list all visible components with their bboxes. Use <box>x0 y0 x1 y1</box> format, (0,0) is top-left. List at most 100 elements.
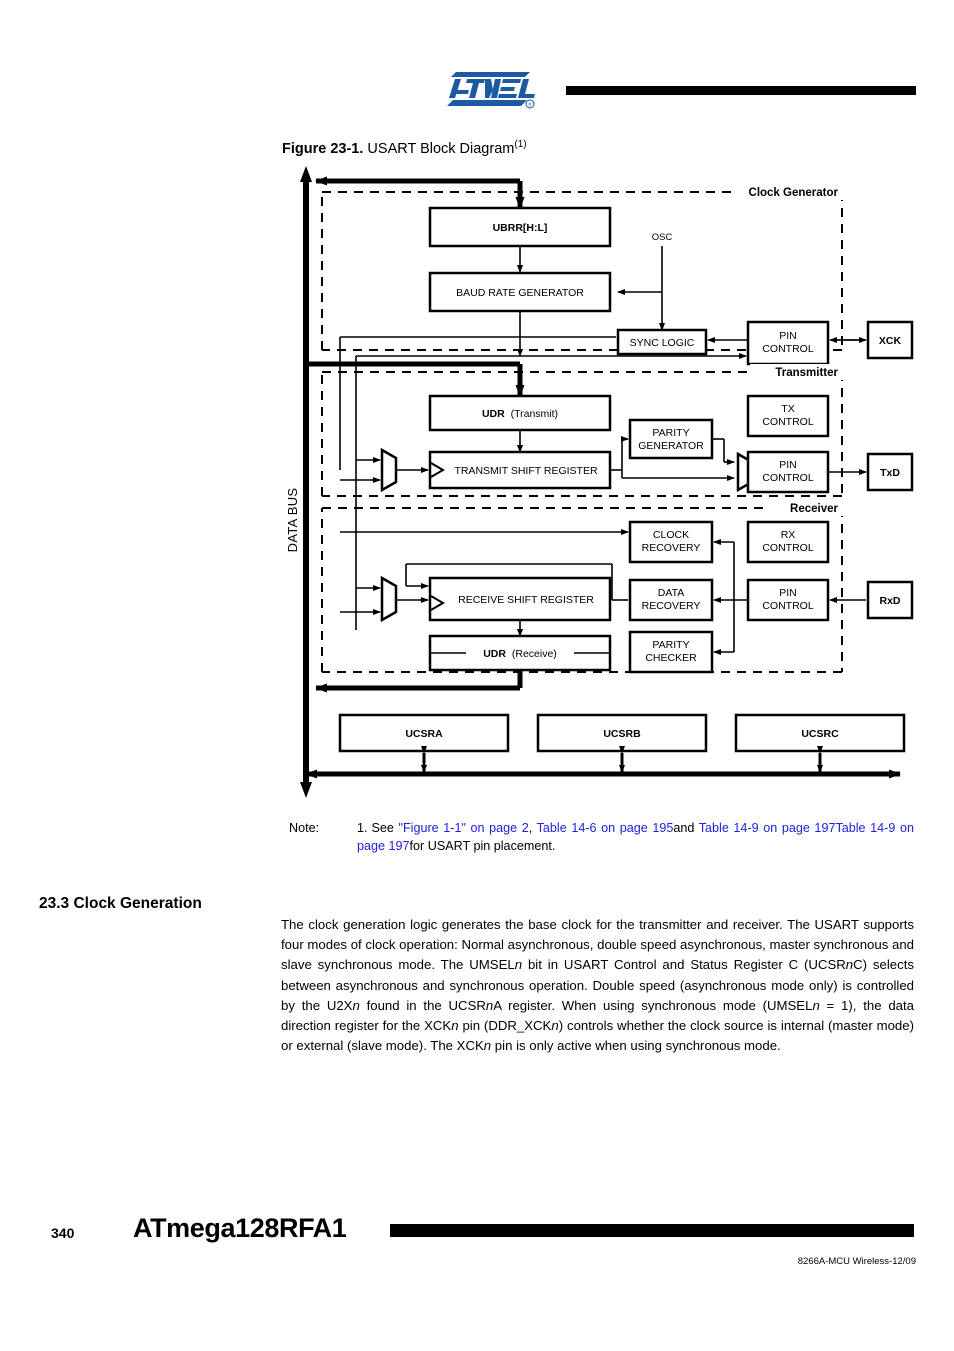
register-ucsra: UCSRA <box>338 713 510 753</box>
pin-xck-label: XCK <box>879 335 902 347</box>
block-osc-label: OSC <box>652 232 673 243</box>
block-tx-control-line1: TX <box>781 403 794 415</box>
block-clock-pin-control-line2: CONTROL <box>762 343 813 355</box>
footer-document-number: 8266A-MCU Wireless-12/09 <box>797 1256 916 1267</box>
block-udr-transmit: UDR (Transmit) <box>428 394 612 432</box>
block-data-recovery-line1: DATA <box>658 587 684 599</box>
block-rx-pin-control-line1: PIN <box>779 587 797 599</box>
paragraph-run-2: bit in USART Control and Status Register… <box>522 957 846 973</box>
paragraph-run-13: n <box>551 1018 559 1034</box>
paragraph-run-12: pin (DDR_XCK <box>458 1018 552 1034</box>
block-rx-pin-control: PIN CONTROL <box>746 578 830 622</box>
block-rx-control: RX CONTROL <box>746 520 830 564</box>
mux-transmit-input <box>380 447 398 493</box>
figure-number: Figure 23-1. <box>282 140 364 157</box>
footer-device-name: ATmega128RFA1 <box>133 1213 347 1243</box>
note-link-table-14-6[interactable]: Table 14-6 on page 195 <box>537 821 674 835</box>
paragraph-run-6: found in the UCSR <box>359 997 486 1013</box>
note-separator-1: , <box>528 821 537 835</box>
note-number: 1. <box>357 821 368 835</box>
section-label-transmitter: Transmitter <box>775 367 838 379</box>
note-tail: for USART pin placement. <box>409 838 556 853</box>
pin-xck: XCK <box>866 320 914 360</box>
block-ubrr-label: UBRR[H:L] <box>493 222 548 234</box>
pin-txd: TxD <box>866 452 914 492</box>
paragraph-run-16: pin is only active when using synchronou… <box>491 1038 781 1054</box>
paragraph-run-9: n <box>812 997 820 1013</box>
register-ucsra-label: UCSRA <box>405 728 443 740</box>
block-sync-logic-label: SYNC LOGIC <box>630 337 695 349</box>
note-separator-2: and <box>673 821 699 835</box>
block-parity-generator: PARITY GENERATOR <box>628 418 714 460</box>
block-tx-control: TX CONTROL <box>746 394 830 438</box>
block-receive-shift-register-label: RECEIVE SHIFT REGISTER <box>458 594 594 606</box>
registered-mark: ® <box>528 102 532 109</box>
block-rx-control-line2: CONTROL <box>762 542 813 554</box>
block-data-recovery-line2: RECOVERY <box>642 600 701 612</box>
block-baud-rate-generator: BAUD RATE GENERATOR <box>428 271 612 313</box>
block-udr-receive-bold: UDR <box>483 648 506 660</box>
block-clock-recovery-line1: CLOCK <box>653 529 689 541</box>
block-clock-pin-control-line1: PIN <box>779 330 797 342</box>
block-udr-transmit-bold: UDR <box>482 408 505 420</box>
block-tx-pin-control-line2: CONTROL <box>762 472 813 484</box>
block-parity-checker: PARITY CHECKER <box>628 630 714 674</box>
block-parity-checker-line2: CHECKER <box>645 652 697 664</box>
block-baud-rate-generator-label: BAUD RATE GENERATOR <box>456 287 584 299</box>
usart-block-diagram: DATA BUS Clock Generator UBRR[H:L] BAUD … <box>282 160 922 800</box>
pin-txd-label: TxD <box>880 467 900 479</box>
block-udr-receive-label: UDR (Receive) <box>483 648 557 660</box>
mux-receive-input <box>380 575 398 623</box>
figure-footnote-marker: (1) <box>514 139 527 150</box>
block-udr-transmit-plain: (Transmit) <box>511 408 558 420</box>
footer-page-number: 340 <box>51 1225 75 1241</box>
block-rx-control-line1: RX <box>781 529 796 541</box>
paragraph-run-8: A register. When using synchronous mode … <box>493 997 813 1013</box>
block-tx-pin-control-line1: PIN <box>779 459 797 471</box>
block-sync-logic: SYNC LOGIC <box>616 328 708 356</box>
block-parity-generator-line2: GENERATOR <box>638 440 704 452</box>
pin-rxd-label: RxD <box>879 595 900 607</box>
block-tx-pin-control: PIN CONTROL <box>746 450 830 494</box>
figure-title: USART Block Diagram <box>367 140 515 157</box>
register-ucsrb: UCSRB <box>536 713 708 753</box>
block-osc: OSC <box>652 232 673 243</box>
paragraph-run-11: n <box>451 1018 459 1034</box>
block-parity-checker-line1: PARITY <box>652 639 689 651</box>
note-label: Note: <box>289 821 320 835</box>
block-clock-pin-control: PIN CONTROL <box>746 320 830 366</box>
register-ucsrc: UCSRC <box>734 713 906 753</box>
block-parity-generator-line1: PARITY <box>652 427 689 439</box>
atmel-logo: ® <box>447 68 537 110</box>
figure-caption: Figure 23-1. USART Block Diagram(1) <box>282 137 527 157</box>
header-rule <box>566 86 916 95</box>
block-udr-receive-plain: (Receive) <box>512 648 557 660</box>
block-receive-shift-register: RECEIVE SHIFT REGISTER <box>428 576 612 622</box>
block-clock-recovery-line2: RECOVERY <box>642 542 701 554</box>
paragraph-run-5: n <box>352 997 360 1013</box>
block-transmit-shift-register-label: TRANSMIT SHIFT REGISTER <box>454 465 598 477</box>
block-tx-control-line2: CONTROL <box>762 416 813 428</box>
block-transmit-shift-register: TRANSMIT SHIFT REGISTER <box>428 450 612 490</box>
block-udr-transmit-label: UDR (Transmit) <box>482 408 558 420</box>
register-ucsrb-label: UCSRB <box>603 728 641 740</box>
section-body-paragraph: The clock generation logic generates the… <box>281 915 914 1056</box>
paragraph-run-1: n <box>514 957 523 973</box>
block-udr-receive: UDR (Receive) <box>428 634 612 672</box>
figure-note: Note: 1. See "Figure 1-1" on page 2, Tabl… <box>289 820 914 855</box>
note-link-table-14-9[interactable]: Table 14-9 on page 197 <box>699 821 836 835</box>
note-body: 1. See "Figure 1-1" on page 2, Table 14-6… <box>357 820 914 855</box>
register-ucsrc-label: UCSRC <box>801 728 839 740</box>
block-clock-recovery: CLOCK RECOVERY <box>628 520 714 564</box>
footer-rule <box>390 1224 914 1237</box>
note-link-figure-1-1[interactable]: "Figure 1-1" on page 2 <box>399 821 529 835</box>
data-bus: DATA BUS <box>285 166 312 798</box>
block-data-recovery: DATA RECOVERY <box>628 578 714 622</box>
pin-rxd: RxD <box>866 580 914 620</box>
section-label-clock-generator: Clock Generator <box>749 187 839 199</box>
block-rx-pin-control-line2: CONTROL <box>762 600 813 612</box>
note-lead: See <box>371 821 399 835</box>
page-header: ® <box>0 0 954 120</box>
register-bus-connectors <box>421 746 823 773</box>
data-bus-label: DATA BUS <box>285 488 300 553</box>
